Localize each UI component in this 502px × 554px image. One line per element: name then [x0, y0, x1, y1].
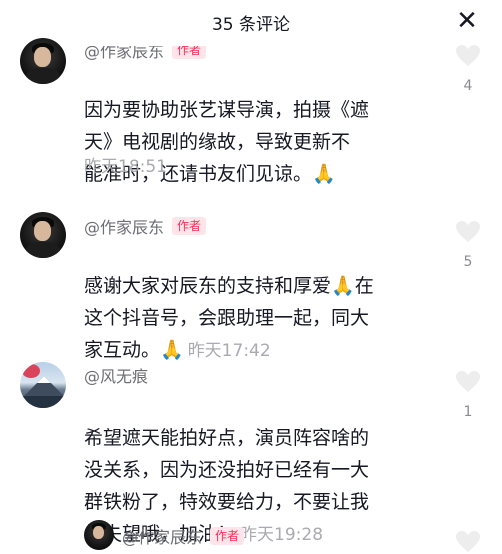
- comments-header: 35 条评论 ✕: [0, 0, 502, 44]
- author-avatar[interactable]: [20, 212, 66, 258]
- pray-emoji-icon: 🙏: [331, 275, 355, 297]
- comment-count-title: 35 条评论: [211, 14, 291, 35]
- author-avatar[interactable]: [84, 520, 114, 550]
- comment-username-row: @作家辰东 作者: [122, 524, 245, 548]
- like-button[interactable]: 4: [453, 44, 483, 94]
- like-button[interactable]: 1: [453, 370, 483, 420]
- comment-username[interactable]: @作家辰东: [122, 524, 202, 548]
- pray-emoji-icon: 🙏: [312, 163, 336, 185]
- author-badge: 作者: [172, 217, 207, 235]
- comment-username-row: @作家辰东 作者: [84, 214, 207, 238]
- like-count: 1: [463, 404, 473, 420]
- landscape-avatar[interactable]: [20, 362, 66, 408]
- heart-icon: [456, 45, 480, 66]
- comment-time: 昨天18:51: [84, 157, 167, 177]
- comment-text: 感谢大家对辰东的支持和厚爱🙏在 这个抖音号，会跟助理一起，同大 家互动。🙏 昨天1…: [84, 238, 416, 367]
- like-count: 4: [463, 78, 473, 94]
- heart-icon: [456, 221, 480, 242]
- comment-username[interactable]: @风无痕: [84, 363, 148, 387]
- heart-icon: [456, 531, 480, 552]
- like-button[interactable]: [453, 530, 483, 554]
- comment-time: 昨天19:28: [240, 525, 324, 545]
- comment-body: 感谢大家对辰东的支持和厚爱: [84, 275, 332, 297]
- author-badge: 作者: [210, 527, 245, 545]
- close-icon[interactable]: ✕: [456, 8, 478, 34]
- heart-icon: [456, 371, 480, 392]
- comment-username-row: @风无痕: [84, 363, 148, 387]
- comment-username[interactable]: @作家辰东: [84, 214, 164, 238]
- like-button[interactable]: 5: [453, 220, 483, 270]
- pray-emoji-icon: 🙏: [160, 339, 184, 361]
- comment-time: 昨天17:42: [187, 341, 271, 361]
- like-count: 5: [463, 254, 473, 270]
- author-avatar[interactable]: [20, 38, 66, 84]
